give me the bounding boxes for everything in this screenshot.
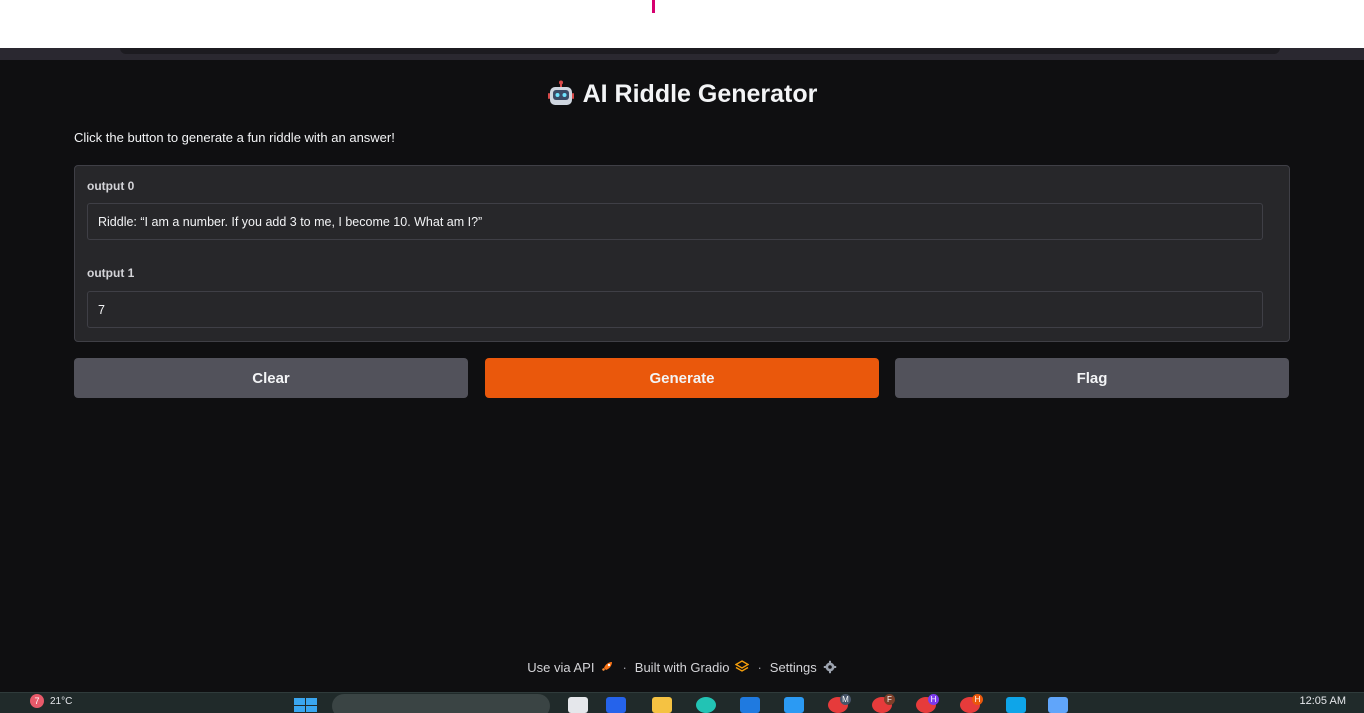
output-1-textbox[interactable]: 7 bbox=[87, 291, 1263, 328]
taskbar-app-chrome-m-icon[interactable]: M bbox=[828, 694, 851, 713]
top-bar-shadow bbox=[0, 48, 1364, 60]
taskbar-app-chrome-f-icon[interactable]: F bbox=[872, 694, 895, 713]
app-badge-h2: H bbox=[972, 694, 983, 705]
gradio-logo-icon bbox=[735, 660, 750, 674]
output-0-textbox[interactable]: Riddle: “I am a number. If you add 3 to … bbox=[87, 203, 1263, 240]
footer: Use via API · Built with Gradio · Settin… bbox=[0, 657, 1364, 677]
app-badge-f: F bbox=[884, 694, 895, 705]
footer-separator-2: · bbox=[757, 659, 762, 675]
page-title: AI Riddle Generator bbox=[582, 79, 818, 108]
title-row: AI Riddle Generator bbox=[0, 76, 1364, 112]
flag-button[interactable]: Flag bbox=[895, 358, 1289, 398]
settings-link[interactable]: Settings bbox=[770, 660, 817, 675]
outputs-panel: output 0 Riddle: “I am a number. If you … bbox=[74, 165, 1290, 342]
windows-start-icon[interactable] bbox=[294, 696, 318, 713]
taskbar-app-calendar-icon[interactable] bbox=[1048, 697, 1068, 713]
weather-temperature[interactable]: 21°C bbox=[50, 696, 72, 707]
taskbar-app-edge-icon[interactable] bbox=[696, 697, 716, 713]
taskbar-app-store-icon[interactable] bbox=[740, 697, 760, 713]
taskbar-app-notepad-icon[interactable] bbox=[568, 697, 588, 713]
taskbar-app-azure-icon[interactable] bbox=[606, 697, 626, 713]
pink-marker bbox=[652, 0, 655, 13]
taskbar-app-vscode-icon[interactable] bbox=[1006, 697, 1026, 713]
app-badge-h1: H bbox=[928, 694, 939, 705]
description-text: Click the button to generate a fun riddl… bbox=[74, 130, 395, 145]
app-badge-m: M bbox=[840, 694, 851, 705]
rocket-icon bbox=[600, 660, 614, 674]
output-0-label: output 0 bbox=[87, 179, 135, 193]
output-1-label: output 1 bbox=[87, 266, 135, 280]
taskbar-app-chrome-h2-icon[interactable]: H bbox=[960, 694, 983, 713]
taskbar-app-calculator-icon[interactable] bbox=[784, 697, 804, 713]
footer-separator-1: · bbox=[622, 659, 627, 675]
use-via-api-link[interactable]: Use via API bbox=[527, 660, 594, 675]
taskbar-app-chrome-h-icon[interactable]: H bbox=[916, 694, 939, 713]
weather-badge[interactable]: 7 bbox=[30, 694, 44, 708]
taskbar-clock[interactable]: 12:05 AM bbox=[1300, 695, 1346, 707]
browser-top-bar bbox=[0, 0, 1364, 48]
gear-icon bbox=[823, 660, 837, 674]
taskbar-search-bar[interactable] bbox=[332, 694, 550, 713]
clear-button[interactable]: Clear bbox=[74, 358, 468, 398]
robot-icon bbox=[547, 80, 575, 108]
windows-taskbar: 7 21°C M F H H 12:05 AM bbox=[0, 692, 1364, 713]
gradio-app: AI Riddle Generator Click the button to … bbox=[0, 60, 1364, 692]
built-with-gradio-link[interactable]: Built with Gradio bbox=[635, 660, 730, 675]
taskbar-app-folder-icon[interactable] bbox=[652, 697, 672, 713]
generate-button[interactable]: Generate bbox=[485, 358, 879, 398]
